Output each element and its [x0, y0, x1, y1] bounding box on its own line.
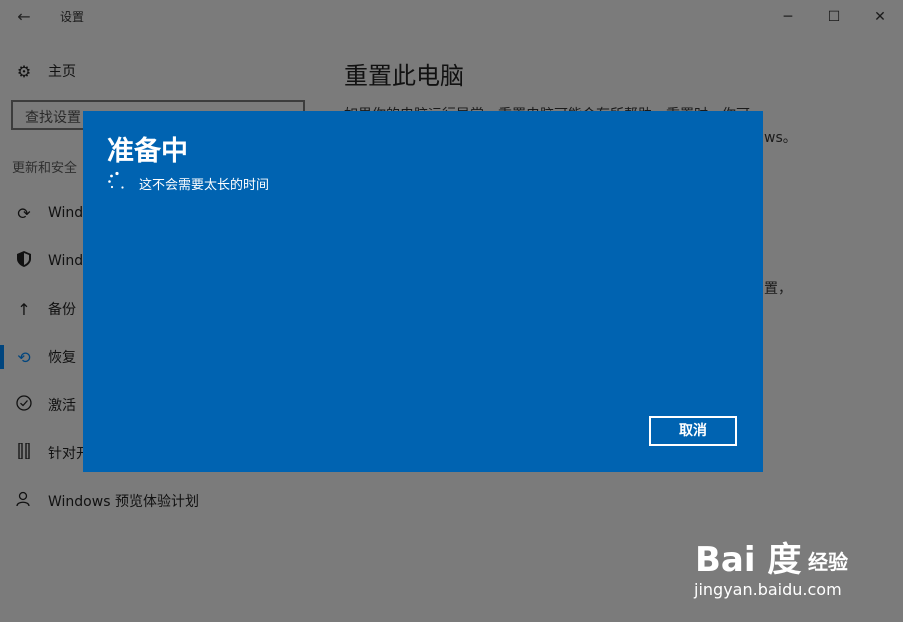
- tools-icon: [14, 442, 34, 463]
- section-heading: 更新和安全: [12, 161, 78, 176]
- watermark-brand: Bai 度: [695, 540, 802, 580]
- baidu-watermark: Bai 度 经验 jingyan.baidu.com: [690, 524, 890, 604]
- sidebar-item-activation[interactable]: 激活: [0, 393, 76, 417]
- description-text-fragment: 置，: [764, 281, 792, 297]
- window-title: 设置: [60, 10, 85, 24]
- back-button[interactable]: ←: [10, 6, 38, 28]
- sync-icon: ⟳: [17, 203, 31, 223]
- watermark-product: 经验: [808, 550, 848, 574]
- dialog-message: 这不会需要太长的时间: [139, 178, 270, 193]
- sidebar-item-label: 备份: [48, 302, 76, 318]
- cancel-button[interactable]: 取消: [649, 416, 737, 446]
- active-indicator: [0, 345, 4, 369]
- close-button[interactable]: ✕: [857, 0, 903, 34]
- person-icon: [14, 491, 34, 511]
- description-text-fragment: ws。: [764, 130, 797, 146]
- sidebar-item-windows-security[interactable]: Windo: [0, 249, 92, 273]
- spinner-icon: [108, 171, 124, 189]
- preparing-dialog: 准备中 这不会需要太长的时间 取消: [83, 111, 763, 472]
- sidebar-item-label: Windows 预览体验计划: [48, 494, 199, 510]
- sidebar-item-label: 恢复: [48, 350, 76, 366]
- minimize-button[interactable]: ─: [765, 0, 811, 34]
- page-title: 重置此电脑: [344, 62, 464, 90]
- sidebar-item-windows-update[interactable]: ⟳ Windo: [0, 201, 91, 225]
- title-bar: ← 设置 ─ ☐ ✕: [0, 0, 903, 34]
- up-arrow-icon: ↑: [17, 299, 31, 319]
- search-placeholder: 查找设置: [25, 110, 81, 126]
- gear-icon: ⚙: [16, 61, 32, 81]
- sidebar-item-insider-program[interactable]: Windows 预览体验计划: [0, 489, 199, 513]
- check-circle-icon: [14, 395, 34, 415]
- home-label: 主页: [48, 64, 76, 80]
- maximize-button[interactable]: ☐: [811, 0, 857, 34]
- sidebar-item-recovery[interactable]: ⟲ 恢复: [0, 345, 76, 369]
- watermark-url: jingyan.baidu.com: [694, 580, 842, 599]
- shield-icon: [14, 251, 34, 271]
- dialog-title: 准备中: [107, 136, 188, 167]
- home-link[interactable]: ⚙ 主页: [14, 60, 76, 82]
- sidebar-item-backup[interactable]: ↑ 备份: [0, 297, 76, 321]
- sidebar-item-for-developers[interactable]: 针对开: [0, 441, 90, 465]
- history-icon: ⟲: [17, 347, 31, 367]
- sidebar-item-label: 激活: [48, 398, 76, 414]
